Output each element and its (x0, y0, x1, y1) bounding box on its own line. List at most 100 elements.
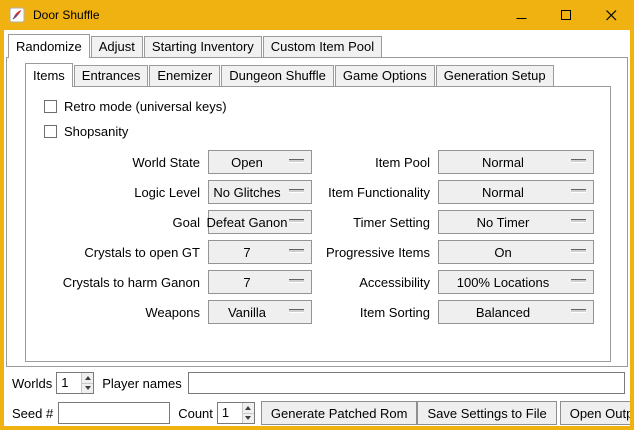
shopsanity-checkbox[interactable]: Shopsanity (44, 120, 594, 142)
item-functionality-dropdown[interactable]: Normal (438, 180, 594, 204)
count-label: Count (178, 406, 213, 421)
accessibility-label: Accessibility (320, 275, 430, 290)
checkbox-area: Retro mode (universal keys) Shopsanity (44, 95, 594, 142)
close-icon (606, 10, 617, 21)
spin-up-icon (85, 376, 91, 380)
tab-generation-setup[interactable]: Generation Setup (436, 65, 554, 86)
weapons-dropdown[interactable]: Vanilla (208, 300, 312, 324)
player-names-input[interactable] (188, 372, 625, 394)
dropdown-indicator-icon (571, 279, 586, 283)
dropdown-indicator-icon (571, 189, 586, 193)
checkbox-box (44, 125, 57, 138)
shopsanity-label: Shopsanity (64, 124, 128, 139)
progressive-items-value: On (494, 245, 511, 260)
tab-enemizer[interactable]: Enemizer (149, 65, 220, 86)
close-button[interactable] (589, 0, 634, 30)
tab-randomize[interactable]: Randomize (8, 34, 90, 58)
weapons-value: Vanilla (228, 305, 266, 320)
crystals-open-gt-value: 7 (243, 245, 250, 260)
retro-mode-label: Retro mode (universal keys) (64, 99, 227, 114)
open-output-directory-button[interactable]: Open Output Directory (560, 401, 630, 425)
tab-adjust[interactable]: Adjust (91, 36, 143, 57)
tab-game-options[interactable]: Game Options (335, 65, 435, 86)
outer-tab-bar: Randomize Adjust Starting Inventory Cust… (8, 34, 630, 57)
item-functionality-label: Item Functionality (320, 185, 430, 200)
player-names-label: Player names (102, 376, 181, 391)
crystals-harm-ganon-value: 7 (243, 275, 250, 290)
save-settings-button[interactable]: Save Settings to File (417, 401, 556, 425)
minimize-button[interactable] (499, 0, 544, 30)
tab-dungeon-shuffle[interactable]: Dungeon Shuffle (221, 65, 334, 86)
tab-items[interactable]: Items (25, 63, 73, 87)
item-functionality-value: Normal (482, 185, 524, 200)
seed-label: Seed # (12, 406, 53, 421)
spin-up-button[interactable] (243, 403, 254, 414)
progressive-items-dropdown[interactable]: On (438, 240, 594, 264)
item-sorting-value: Balanced (476, 305, 530, 320)
tab-custom-item-pool[interactable]: Custom Item Pool (263, 36, 382, 57)
goal-label: Goal (36, 215, 200, 230)
logic-level-label: Logic Level (36, 185, 200, 200)
dropdown-indicator-icon (289, 189, 304, 193)
item-pool-label: Item Pool (320, 155, 430, 170)
progressive-items-label: Progressive Items (320, 245, 430, 260)
randomize-panel: Items Entrances Enemizer Dungeon Shuffle… (6, 57, 628, 367)
door-shuffle-window: Door Shuffle Randomize Adjust Starting I… (0, 0, 634, 430)
tab-entrances[interactable]: Entrances (74, 65, 149, 86)
window-controls (499, 0, 634, 30)
seed-row: Seed # Count 1 Generate Patched Rom Save… (12, 401, 625, 425)
dropdown-indicator-icon (571, 249, 586, 253)
logic-level-dropdown[interactable]: No Glitches (208, 180, 312, 204)
spin-down-icon (245, 416, 251, 420)
timer-setting-dropdown[interactable]: No Timer (438, 210, 594, 234)
timer-setting-value: No Timer (477, 215, 530, 230)
worlds-value: 1 (57, 373, 81, 393)
accessibility-dropdown[interactable]: 100% Locations (438, 270, 594, 294)
crystals-harm-ganon-dropdown[interactable]: 7 (208, 270, 312, 294)
dropdown-indicator-icon (571, 219, 586, 223)
timer-setting-label: Timer Setting (320, 215, 430, 230)
checkbox-box (44, 100, 57, 113)
item-pool-value: Normal (482, 155, 524, 170)
worlds-spinner[interactable]: 1 (56, 372, 94, 394)
world-state-dropdown[interactable]: Open (208, 150, 312, 174)
generate-patched-rom-button[interactable]: Generate Patched Rom (261, 401, 418, 425)
item-pool-dropdown[interactable]: Normal (438, 150, 594, 174)
spin-up-button[interactable] (82, 373, 93, 384)
spin-down-icon (85, 386, 91, 390)
items-panel: Retro mode (universal keys) Shopsanity W… (25, 86, 611, 362)
crystals-open-gt-label: Crystals to open GT (36, 245, 200, 260)
dropdown-indicator-icon (289, 159, 304, 163)
titlebar: Door Shuffle (0, 0, 634, 30)
spin-down-button[interactable] (82, 384, 93, 394)
item-sorting-dropdown[interactable]: Balanced (438, 300, 594, 324)
dropdown-indicator-icon (571, 309, 586, 313)
spin-up-icon (245, 406, 251, 410)
goal-dropdown[interactable]: Defeat Ganon (208, 210, 312, 234)
seed-input[interactable] (58, 402, 170, 424)
spin-down-button[interactable] (243, 414, 254, 424)
options-form: World State Open Item Pool Normal Logic … (36, 150, 594, 324)
world-state-value: Open (231, 155, 263, 170)
count-value: 1 (218, 403, 242, 423)
crystals-open-gt-dropdown[interactable]: 7 (208, 240, 312, 264)
minimize-icon (516, 10, 527, 21)
dropdown-indicator-icon (289, 249, 304, 253)
item-sorting-label: Item Sorting (320, 305, 430, 320)
app-icon[interactable] (9, 7, 25, 23)
bottom-bar: Worlds 1 Player names Seed # Count 1 (12, 372, 625, 425)
worlds-row: Worlds 1 Player names (12, 372, 625, 394)
inner-tab-bar: Items Entrances Enemizer Dungeon Shuffle… (25, 63, 627, 86)
tab-starting-inventory[interactable]: Starting Inventory (144, 36, 262, 57)
accessibility-value: 100% Locations (457, 275, 550, 290)
dropdown-indicator-icon (289, 279, 304, 283)
maximize-button[interactable] (544, 0, 589, 30)
retro-mode-checkbox[interactable]: Retro mode (universal keys) (44, 95, 594, 117)
maximize-icon (561, 10, 572, 21)
window-body: Randomize Adjust Starting Inventory Cust… (4, 30, 630, 426)
world-state-label: World State (36, 155, 200, 170)
count-spinner[interactable]: 1 (217, 402, 255, 424)
dropdown-indicator-icon (289, 309, 304, 313)
weapons-label: Weapons (36, 305, 200, 320)
window-title: Door Shuffle (33, 8, 100, 22)
